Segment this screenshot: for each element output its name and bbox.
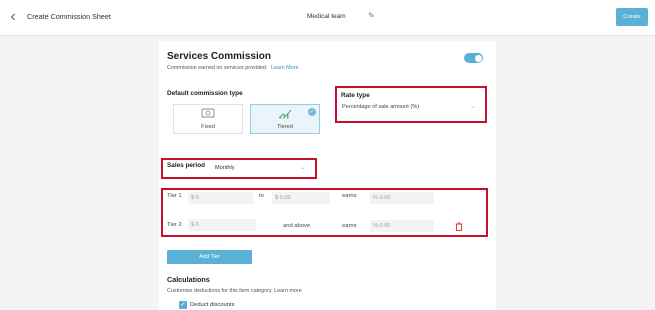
services-commission-toggle[interactable] [464,53,483,63]
top-bar: ‹ Create Commission Sheet Medical team ✎… [0,0,655,36]
services-commission-subtitle: Commission earned on services provided. … [167,65,298,71]
tier-2-rate-input[interactable]: % 0.00 [370,220,434,232]
chevron-down-icon: ⌄ [300,165,306,171]
rate-type-label: Rate type [341,92,370,99]
deduct-discounts-label: Deduct discounts [190,302,235,308]
commission-type-tiered-label: Tiered [277,124,293,130]
tier-1-from-input[interactable]: $ 0 [188,192,253,204]
team-name: Medical team [307,13,346,20]
tier-1-label: Tier 1 [167,193,182,199]
sales-period-label: Sales period [167,162,206,169]
learn-more-link[interactable]: Learn More [271,65,299,71]
calculations-title: Calculations [167,275,210,284]
page-title: Create Commission Sheet [27,12,111,21]
tier-1-to-text: to [259,193,264,199]
tier-2-label: Tier 2 [167,222,182,228]
calculations-subtitle: Customise deductions for this item categ… [167,288,302,294]
tier-2-above-text: and above [283,223,311,229]
add-tier-button[interactable]: Add Tier [167,250,252,264]
deduct-discounts-checkbox[interactable]: ✓ [179,301,187,309]
chevron-down-icon: ⌄ [470,104,476,110]
rate-type-select[interactable]: Percentage of sale amount (%) ⌄ [340,101,480,113]
commission-type-fixed-label: Fixed [201,124,215,130]
tier-1-rate-input[interactable]: % 0.00 [370,192,434,204]
default-commission-type-label: Default commission type [167,90,243,97]
tier-2-from-input[interactable]: $ 0 [188,219,256,231]
pencil-icon[interactable]: ✎ [368,11,375,20]
cash-icon [174,108,242,121]
tier-1-earns-text: earns [342,193,357,199]
create-button[interactable]: Create [616,8,648,26]
subtitle-text: Commission earned on services provided. [167,65,268,71]
chevron-left-icon[interactable]: ‹ [6,9,20,25]
sales-period-select[interactable]: Monthly ⌄ [212,161,310,174]
commission-type-tiered[interactable]: Tiered ✓ [250,104,320,134]
trash-icon[interactable] [455,222,463,233]
sales-period-value: Monthly [215,165,235,171]
commission-type-fixed[interactable]: Fixed [173,104,243,134]
check-icon: ✓ [308,108,316,116]
tier-2-earns-text: earns [342,223,357,229]
rate-type-value: Percentage of sale amount (%) [342,104,420,110]
services-commission-title: Services Commission [167,51,271,62]
tier-1-to-input[interactable]: $ 0.00 [272,192,330,204]
